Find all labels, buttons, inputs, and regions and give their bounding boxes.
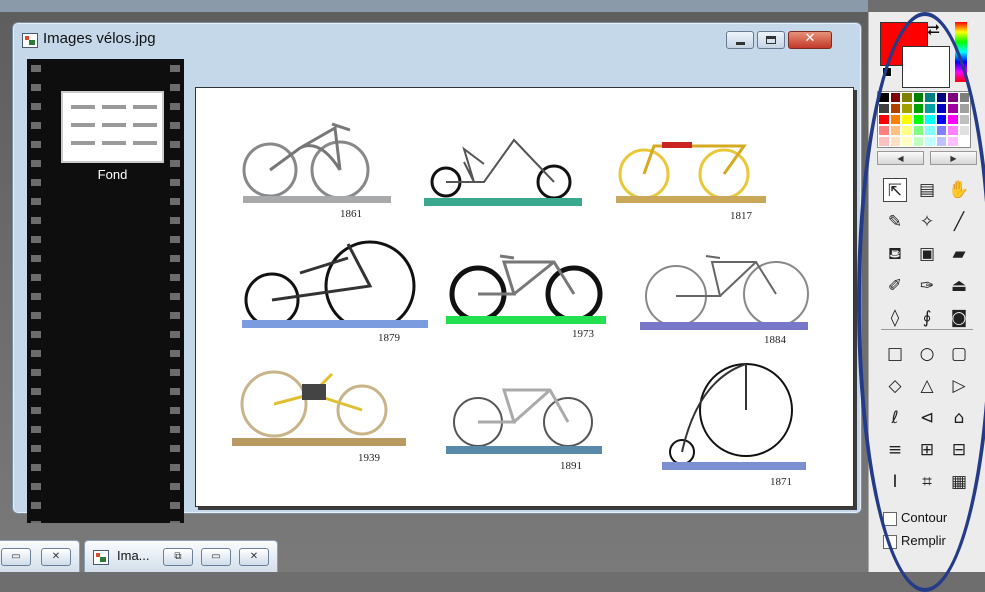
minimized-window-tab[interactable]: ▭ ✕ xyxy=(0,540,80,572)
image-file-icon xyxy=(22,33,38,48)
hand-pan-icon[interactable]: ✋ xyxy=(947,178,971,202)
color-spectrum[interactable] xyxy=(955,22,967,82)
ellipse-shape-icon[interactable]: ○ xyxy=(915,342,939,366)
minimize-button[interactable] xyxy=(726,31,754,49)
bike-year-label: 1939 xyxy=(358,452,380,464)
layer-thumbnail[interactable] xyxy=(61,91,164,163)
reset-colors-icon[interactable] xyxy=(882,67,892,77)
palette-prev-button[interactable]: ◀ xyxy=(877,151,924,165)
magic-wand-icon[interactable]: ✧ xyxy=(915,210,939,234)
text-tool-icon[interactable]: Ⅰ xyxy=(883,470,907,494)
text-line-icon[interactable]: ≡ xyxy=(883,438,907,462)
eraser-icon[interactable]: ▰ xyxy=(947,242,971,266)
bike-year-label: 1861 xyxy=(340,208,362,220)
bike-year-label: 1817 xyxy=(730,210,752,222)
rounded-rectangle-icon[interactable]: ▢ xyxy=(947,342,971,366)
image-file-icon xyxy=(93,550,109,565)
color-palette[interactable] xyxy=(877,91,971,148)
close-button[interactable]: ✕ xyxy=(788,31,832,49)
restore-down-button[interactable]: ⧉ xyxy=(163,548,193,566)
close-icon: ✕ xyxy=(804,31,816,46)
image-browser-icon[interactable]: ▤ xyxy=(915,178,939,202)
restore-button[interactable]: ▭ xyxy=(1,548,31,566)
image-document-window[interactable]: Images vélos.jpg ✕ Fond 1861 1817 1879 1… xyxy=(12,22,862,523)
fill-checkbox[interactable] xyxy=(883,535,897,549)
open-folder-icon[interactable]: ⌂ xyxy=(947,406,971,430)
minimize-icon xyxy=(736,42,745,45)
bike-year-label: 1879 xyxy=(378,332,400,344)
bike-illustration-1891 xyxy=(446,388,602,454)
fill-label: Remplir xyxy=(901,533,946,548)
maximize-icon xyxy=(766,36,776,44)
ratio-4-3-icon[interactable]: ⊞ xyxy=(915,438,939,462)
thumbnail-row xyxy=(71,123,157,127)
line-tool-icon[interactable]: ╱ xyxy=(947,210,971,234)
right-triangle-icon[interactable]: ▷ xyxy=(947,374,971,398)
close-tab-button[interactable]: ✕ xyxy=(239,548,269,566)
ratio-3-2-icon[interactable]: ⊟ xyxy=(947,438,971,462)
crop-icon[interactable]: ⌗ xyxy=(915,470,939,494)
minimized-tab-title: Ima... xyxy=(117,548,150,563)
minimized-image-tab[interactable]: Ima... ⧉ ▭ ✕ xyxy=(84,540,278,572)
film-perforation-left xyxy=(31,59,41,523)
bike-illustration-1939 xyxy=(232,370,406,446)
contour-checkbox[interactable] xyxy=(883,512,897,526)
bike-illustration-1973 xyxy=(446,254,606,324)
window-frame-icon[interactable]: ▦ xyxy=(947,470,971,494)
tools-panel: ⮂ ◀ ▶ ⇱ ▤ ✋ ✎ ✧ ╱ ⛾ ▣ ▰ ✐ ✑ ⏏ ◊ ∮ ◙ □ ○ … xyxy=(868,12,985,572)
triangle-shape-icon[interactable]: △ xyxy=(915,374,939,398)
smudge-icon[interactable]: ∮ xyxy=(915,306,939,330)
thumbnail-row xyxy=(71,141,157,145)
maximize-tab-button[interactable]: ▭ xyxy=(201,548,231,566)
photo-retouch-icon[interactable]: ◙ xyxy=(947,306,971,330)
swap-colors-icon[interactable]: ⮂ xyxy=(927,20,940,40)
bike-illustration-1817 xyxy=(616,142,766,203)
diamond-shape-icon[interactable]: ◇ xyxy=(883,374,907,398)
rectangle-shape-icon[interactable]: □ xyxy=(883,342,907,366)
maximize-button[interactable] xyxy=(757,31,785,49)
layer-filmstrip: Fond xyxy=(27,59,184,523)
bike-illustration-1871 xyxy=(662,363,806,470)
secondary-color-swatch[interactable] xyxy=(902,46,950,88)
image-canvas[interactable]: 1861 1817 1879 1973 1884 1939 1891 1871 xyxy=(195,87,854,507)
tools-divider xyxy=(881,329,973,330)
brush-icon[interactable]: ✐ xyxy=(883,274,907,298)
bike-year-label: 1891 xyxy=(560,460,582,472)
clone-stamp-icon[interactable]: ⏏ xyxy=(947,274,971,298)
top-strip xyxy=(0,0,868,12)
lasso-icon[interactable]: ℓ xyxy=(883,406,907,430)
contour-label: Contour xyxy=(901,510,948,525)
bike-illustration-1879 xyxy=(242,240,428,328)
bike-illustration-recumbent xyxy=(424,138,582,206)
paint-bucket-icon[interactable]: ⛾ xyxy=(883,242,907,266)
bike-illustration-1861 xyxy=(242,122,391,203)
blur-drop-icon[interactable]: ◊ xyxy=(883,306,907,330)
bike-year-label: 1973 xyxy=(572,328,594,340)
document-titlebar[interactable]: Images vélos.jpg ✕ xyxy=(13,23,861,53)
bike-year-label: 1884 xyxy=(764,334,786,346)
thumbnail-row xyxy=(71,105,157,109)
layer-name: Fond xyxy=(97,167,128,182)
document-title: Images vélos.jpg xyxy=(43,30,156,47)
bike-illustration-1884 xyxy=(640,255,809,330)
eyedropper-icon[interactable]: ✎ xyxy=(883,210,907,234)
film-perforation-right xyxy=(170,59,180,523)
smart-brush-icon[interactable]: ✑ xyxy=(915,274,939,298)
select-arrow-icon[interactable]: ⇱ xyxy=(883,178,907,202)
polygon-lasso-icon[interactable]: ⊲ xyxy=(915,406,939,430)
bike-year-label: 1871 xyxy=(770,476,792,488)
close-tab-button[interactable]: ✕ xyxy=(41,548,71,566)
palette-next-button[interactable]: ▶ xyxy=(930,151,977,165)
spray-can-icon[interactable]: ▣ xyxy=(915,242,939,266)
